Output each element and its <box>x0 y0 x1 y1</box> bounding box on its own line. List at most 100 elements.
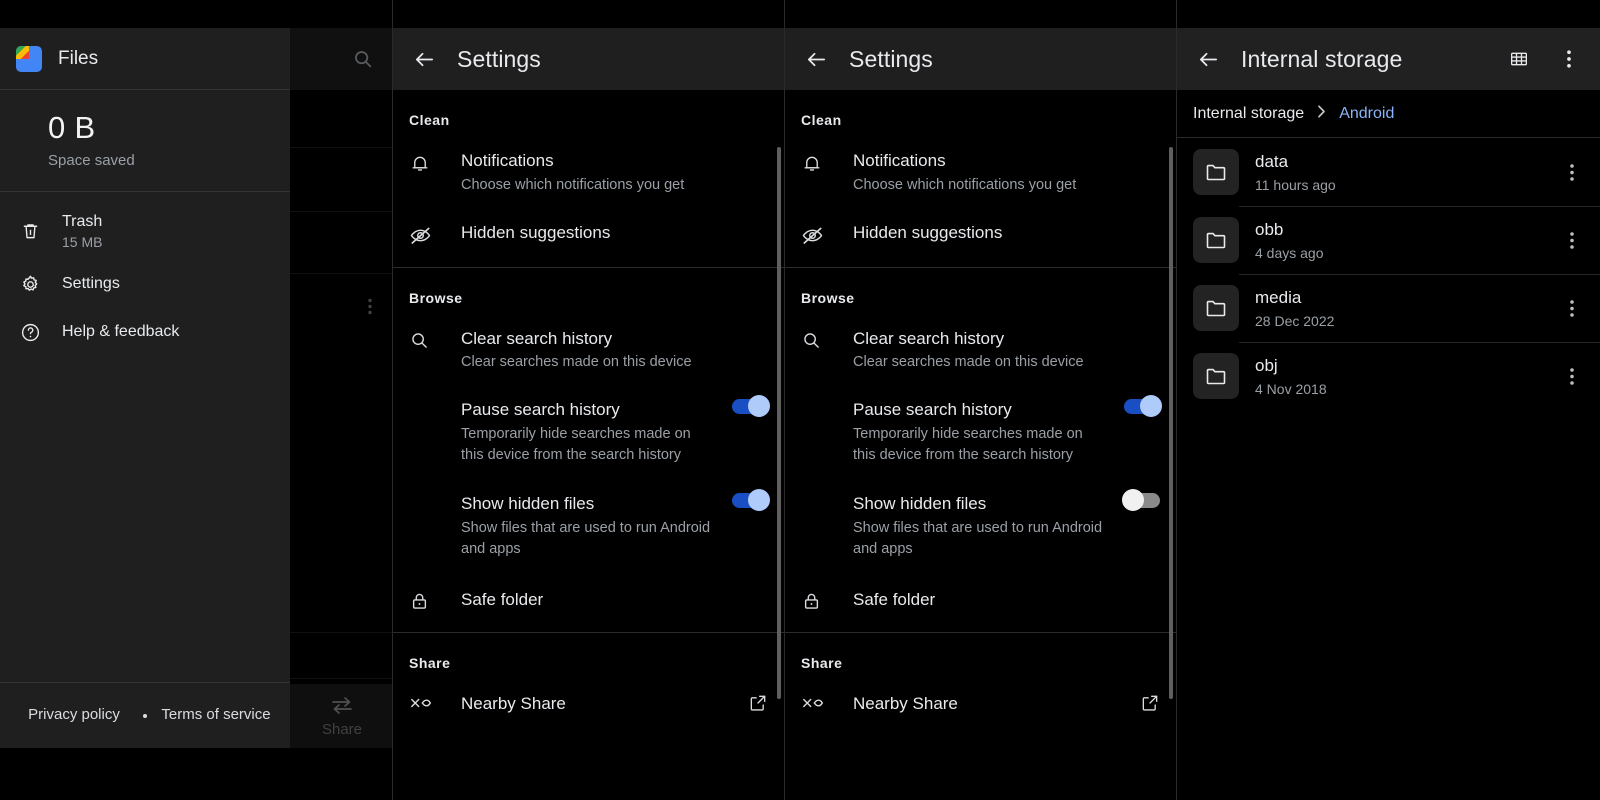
panel-settings-hidden-off: Settings Clean Notifications Choose whic… <box>785 0 1176 800</box>
arrow-back-icon[interactable] <box>407 42 441 76</box>
folder-icon <box>1193 285 1239 331</box>
setting-row-show-hidden-files[interactable]: Show hidden files Show files that are us… <box>785 477 1176 571</box>
setting-title: Notifications <box>461 151 554 170</box>
section-heading-share: Share <box>801 655 843 672</box>
more-vert-icon[interactable] <box>1552 367 1592 385</box>
setting-title: Hidden suggestions <box>853 222 1003 242</box>
settings-scroll-area[interactable]: Clean Notifications Choose which notific… <box>393 90 784 776</box>
setting-title: Show hidden files <box>461 494 595 514</box>
lock-icon <box>801 589 853 612</box>
setting-subtitle: Clear searches made on this device <box>853 354 1084 371</box>
sidebar-item-settings[interactable]: Settings <box>0 260 290 308</box>
setting-row-nearby-share[interactable]: Nearby Share <box>785 681 1176 733</box>
search-icon <box>409 328 461 351</box>
table-row[interactable]: obj 4 Nov 2018 <box>1177 342 1600 410</box>
setting-row-notifications[interactable]: Notifications Choose which notifications… <box>393 138 784 208</box>
setting-row-pause-search-history[interactable]: Pause search history Temporarily hide se… <box>785 385 1176 477</box>
open-in-new-icon[interactable] <box>720 693 768 713</box>
settings-scroll-area[interactable]: Clean Notifications Choose which notific… <box>785 90 1176 776</box>
setting-row-safe-folder[interactable]: Safe folder <box>785 571 1176 626</box>
help-circle-icon <box>18 320 42 344</box>
more-vert-icon[interactable] <box>1552 163 1592 181</box>
table-row[interactable]: data 11 hours ago <box>1177 138 1600 206</box>
no-icon-spacer <box>409 399 461 401</box>
arrow-back-icon[interactable] <box>799 42 833 76</box>
sidebar-item-trash[interactable]: Trash 15 MB <box>0 202 290 261</box>
scrollbar-thumb[interactable] <box>1169 147 1173 699</box>
space-saved-block: 0 B Space saved <box>0 90 290 192</box>
setting-row-nearby-share[interactable]: Nearby Share <box>393 681 784 733</box>
system-navigation-bar <box>393 748 784 800</box>
section-heading-browse: Browse <box>801 289 855 306</box>
panel-settings-hidden-on: Settings Clean Notifications Choose whic… <box>393 0 784 800</box>
setting-row-hidden-suggestions[interactable]: Hidden suggestions <box>393 208 784 261</box>
scrollbar-thumb[interactable] <box>777 147 781 699</box>
app-name: Files <box>58 47 99 69</box>
arrow-back-icon[interactable] <box>1191 42 1225 76</box>
setting-title: Safe folder <box>853 590 936 610</box>
space-saved-value: 0 B <box>48 110 96 145</box>
eye-off-icon <box>409 222 461 247</box>
table-row[interactable]: media 28 Dec 2022 <box>1177 274 1600 342</box>
folder-icon <box>1193 149 1239 195</box>
lock-icon <box>409 589 461 612</box>
drawer-items: Trash 15 MB Settings Help & feedback <box>0 192 290 357</box>
status-bar <box>785 0 1176 28</box>
panel-divider <box>784 0 785 800</box>
section-heading-share: Share <box>409 655 451 672</box>
page-title: Settings <box>457 45 541 72</box>
no-icon-spacer <box>409 493 461 495</box>
search-icon <box>801 328 853 351</box>
gear-icon <box>18 272 42 296</box>
breadcrumb-root[interactable]: Internal storage <box>1193 105 1304 123</box>
file-list: data 11 hours ago obb 4 days ago media 2… <box>1177 138 1600 410</box>
privacy-policy-link[interactable]: Privacy policy <box>19 706 129 725</box>
setting-subtitle: Show files that are used to run Android … <box>461 520 711 557</box>
table-row[interactable]: obb 4 days ago <box>1177 206 1600 274</box>
space-saved-label: Space saved <box>48 151 135 169</box>
setting-row-clear-search-history[interactable]: Clear search history Clear searches made… <box>785 316 1176 386</box>
setting-row-hidden-suggestions[interactable]: Hidden suggestions <box>785 208 1176 261</box>
sidebar-item-label: Trash <box>62 212 103 230</box>
toggle-pause-search-history[interactable] <box>732 395 770 418</box>
sidebar-item-help-feedback[interactable]: Help & feedback <box>0 308 290 356</box>
section-heading-clean: Clean <box>801 112 842 128</box>
file-name: media <box>1255 288 1302 308</box>
files-app-logo <box>16 45 42 72</box>
setting-title: Pause search history <box>461 400 620 420</box>
more-vert-icon[interactable] <box>1552 42 1586 76</box>
setting-row-show-hidden-files[interactable]: Show hidden files Show files that are us… <box>393 477 784 571</box>
more-vert-icon[interactable] <box>1552 299 1592 317</box>
toggle-show-hidden-files[interactable] <box>1122 489 1160 512</box>
no-icon-spacer <box>801 493 853 495</box>
screenshot-stage: Share Files 0 B Space saved Trash 15 MB … <box>0 0 1600 800</box>
setting-row-clear-search-history[interactable]: Clear search history Clear searches made… <box>393 316 784 386</box>
storage-app-bar: Internal storage <box>1177 28 1600 90</box>
bell-icon <box>409 150 461 174</box>
setting-subtitle: Clear searches made on this device <box>461 354 692 371</box>
setting-row-safe-folder[interactable]: Safe folder <box>393 571 784 626</box>
panel-internal-storage: Internal storage Internal storage Androi… <box>1177 0 1600 800</box>
setting-title: Clear search history <box>853 328 1005 348</box>
folder-icon <box>1193 217 1239 263</box>
setting-row-notifications[interactable]: Notifications Choose which notifications… <box>785 138 1176 208</box>
grid-view-icon[interactable] <box>1502 42 1536 76</box>
terms-of-service-link[interactable]: Terms of service <box>161 706 271 725</box>
chevron-right-icon <box>1316 104 1327 123</box>
setting-title: Notifications <box>853 151 946 170</box>
setting-subtitle: Choose which notifications you get <box>461 176 685 193</box>
setting-subtitle: Temporarily hide searches made on this d… <box>853 425 1083 463</box>
status-bar <box>393 0 784 28</box>
toggle-show-hidden-files[interactable] <box>732 489 770 512</box>
more-vert-icon[interactable] <box>1552 231 1592 249</box>
open-in-new-icon[interactable] <box>1112 693 1160 713</box>
settings-app-bar: Settings <box>785 28 1176 90</box>
setting-title: Hidden suggestions <box>461 222 611 242</box>
toggle-pause-search-history[interactable] <box>1124 395 1162 418</box>
nearby-share-icon <box>801 693 853 711</box>
drawer-header: Files <box>0 28 290 90</box>
sidebar-item-label: Help & feedback <box>62 323 180 341</box>
breadcrumb-current[interactable]: Android <box>1339 105 1394 123</box>
footer-separator-dot <box>143 713 147 718</box>
setting-row-pause-search-history[interactable]: Pause search history Temporarily hide se… <box>393 385 784 477</box>
